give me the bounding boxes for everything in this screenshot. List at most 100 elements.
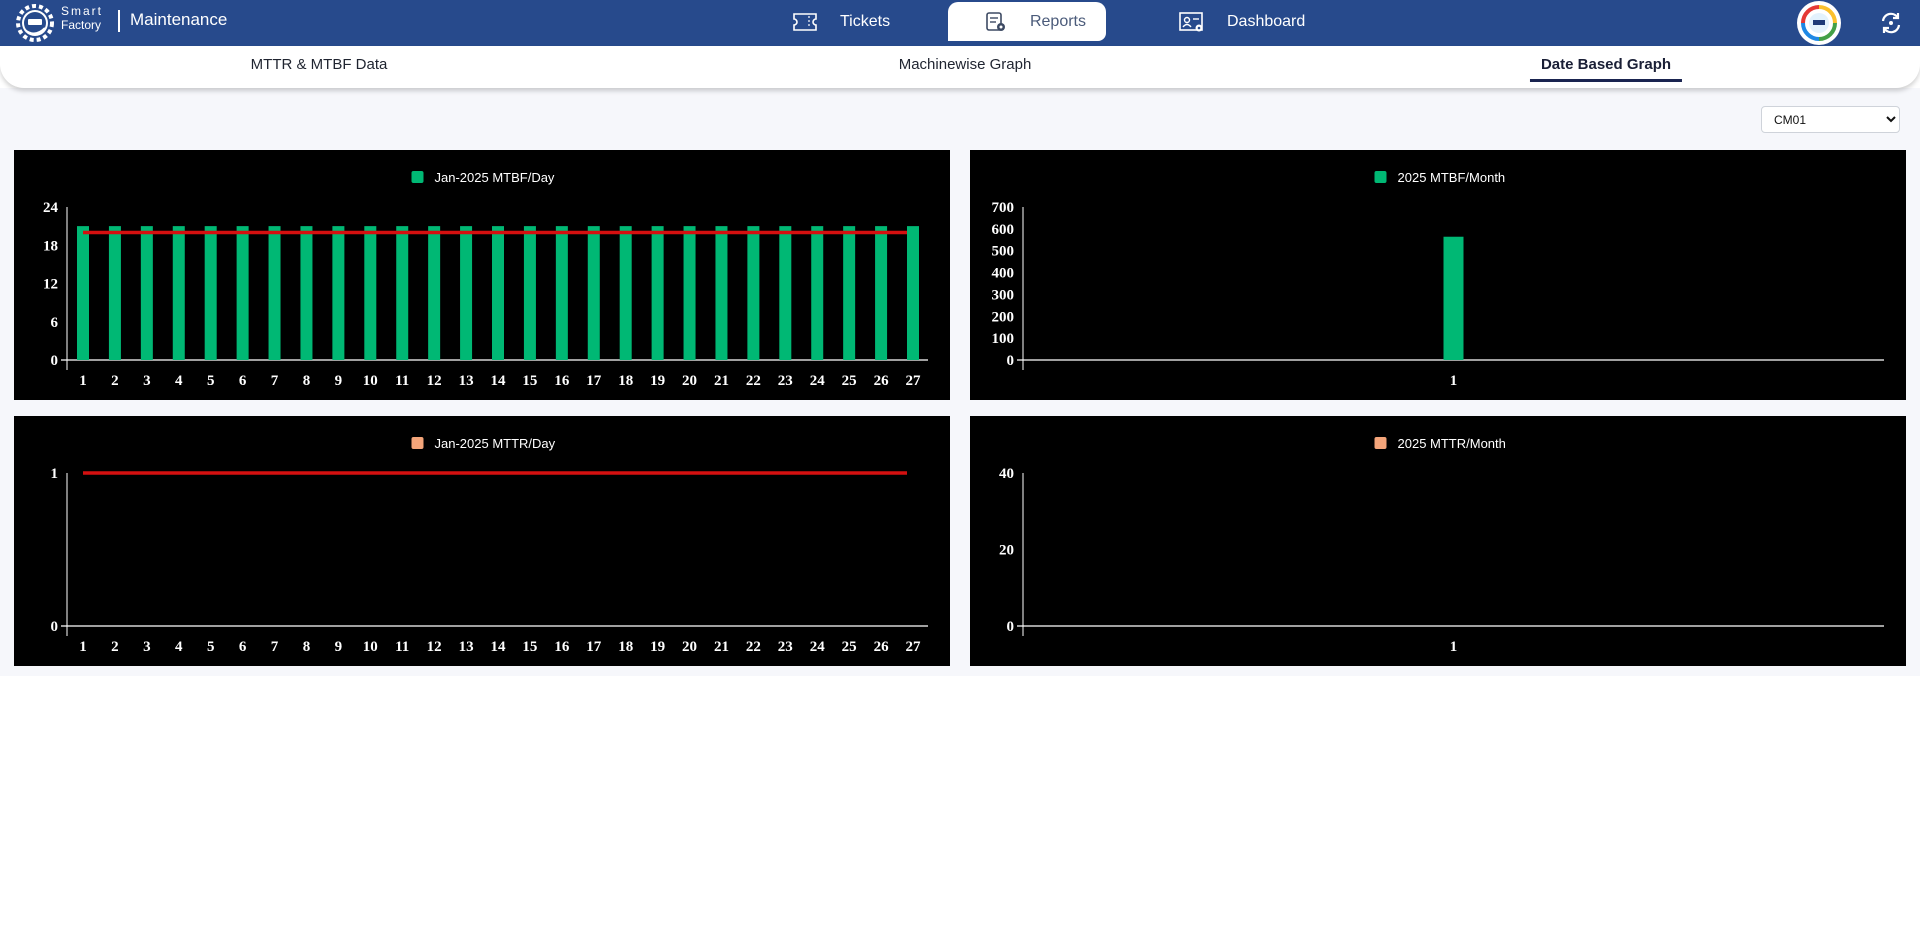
bar[interactable]: [907, 226, 919, 360]
bar[interactable]: [555, 226, 568, 360]
chart-mtbf-day: Jan-2025 MTBF/Day061218241 2 3 4 5 6 7 8 9 10 11 12…: [43, 170, 928, 389]
avatar[interactable]: [1797, 1, 1841, 45]
bar[interactable]: [715, 226, 728, 360]
x-tick-label: 11: [395, 373, 409, 389]
bar[interactable]: [268, 226, 281, 360]
x-tick-label: 1: [1450, 639, 1458, 655]
chart-panel-mttr-month: 2025 MTTR/Month 0 20 40 1: [970, 416, 1906, 666]
report-subtabs: MTTR & MTBF Data Machinewise Graph Date …: [0, 46, 1920, 88]
bar[interactable]: [236, 226, 249, 360]
x-tick-label: 14: [491, 373, 507, 389]
x-tick-label: 3: [143, 639, 151, 655]
bar[interactable]: [651, 226, 664, 360]
bar[interactable]: [523, 226, 536, 360]
x-tick-label: 20: [682, 373, 697, 389]
bar[interactable]: [779, 226, 792, 360]
bar[interactable]: [747, 226, 760, 360]
x-tick-label: 27: [906, 639, 922, 655]
brand-line-1: Smart: [61, 4, 104, 18]
x-tick-label: 1: [79, 373, 87, 389]
bar[interactable]: [108, 226, 121, 360]
x-tick-label: 5: [207, 373, 215, 389]
legend-swatch: [1374, 437, 1387, 449]
x-tick-label: 26: [874, 639, 890, 655]
bar[interactable]: [172, 226, 185, 360]
bar[interactable]: [77, 226, 89, 360]
y-tick-label: 6: [51, 315, 59, 331]
nav-tickets[interactable]: Tickets: [792, 2, 890, 41]
x-tick-label: 22: [746, 373, 761, 389]
bar[interactable]: [204, 226, 217, 360]
bar[interactable]: [332, 226, 345, 360]
x-tick-label: 19: [650, 373, 665, 389]
x-tick-label: 16: [554, 639, 570, 655]
legend[interactable]: 2025 MTBF/Month: [1374, 170, 1506, 185]
bar[interactable]: [811, 226, 824, 360]
y-tick-label: 600: [992, 222, 1015, 238]
x-tick-label: 24: [810, 373, 826, 389]
legend-swatch: [411, 437, 424, 449]
x-tick-label: 21: [714, 373, 729, 389]
y-tick-label: 400: [992, 266, 1015, 282]
bar[interactable]: [364, 226, 377, 360]
bar[interactable]: [587, 226, 600, 360]
app-title: Maintenance: [130, 10, 228, 29]
y-tick-label: 100: [992, 331, 1015, 347]
x-tick-label: 8: [303, 639, 311, 655]
nav-reports-label: Reports: [1029, 12, 1086, 30]
bar[interactable]: [396, 226, 409, 360]
nav-dashboard[interactable]: Dashboard: [1179, 2, 1305, 41]
x-tick-label: 6: [239, 639, 247, 655]
bar[interactable]: [843, 226, 856, 360]
bar[interactable]: [140, 226, 153, 360]
bar[interactable]: [875, 226, 888, 360]
chart-panel-mttr-day: Jan-2025 MTTR/Day 0 1 1 2 3 4 5 6 7 8 9 10 11 12 13 14 15…: [14, 416, 950, 666]
x-tick-label: 13: [459, 639, 474, 655]
legend[interactable]: Jan-2025 MTTR/Day: [411, 436, 556, 451]
x-tick-label: 12: [427, 639, 442, 655]
brand-divider: [118, 10, 120, 32]
y-tick-label: 200: [992, 309, 1015, 325]
x-tick-label: 20: [682, 639, 697, 655]
legend-label: 2025 MTBF/Month: [1398, 170, 1506, 185]
nav-dashboard-label: Dashboard: [1227, 12, 1306, 30]
legend[interactable]: 2025 MTTR/Month: [1374, 436, 1506, 451]
x-tick-label: 23: [778, 373, 793, 389]
y-tick-label: 300: [992, 287, 1015, 303]
refresh-button[interactable]: [1877, 9, 1905, 37]
x-tick-label: 15: [522, 373, 537, 389]
machine-select[interactable]: CM01: [1761, 106, 1900, 133]
dashboard-user-settings-icon: [1179, 11, 1205, 33]
x-tick-label: 12: [427, 373, 442, 389]
y-tick-label: 12: [43, 277, 58, 293]
x-tick-label: 19: [650, 639, 665, 655]
x-tick-label: 27: [906, 373, 922, 389]
x-tick-label: 24: [810, 639, 826, 655]
bar[interactable]: [1443, 236, 1464, 360]
bar[interactable]: [492, 226, 504, 360]
ticket-icon: [792, 11, 818, 33]
x-tick-label: 16: [554, 373, 570, 389]
legend[interactable]: Jan-2025 MTBF/Day: [411, 170, 555, 185]
bar[interactable]: [460, 226, 473, 360]
tab-date-based-graph[interactable]: Date Based Graph: [1529, 56, 1683, 82]
brand-line-2: Factory: [61, 18, 102, 32]
y-tick-label: 40: [999, 466, 1014, 482]
refresh-icon: [1881, 12, 1901, 34]
bar[interactable]: [428, 226, 441, 360]
chart-mttr-day: Jan-2025 MTTR/Day011 2 3 4 5 6 7 8 9 10 11 12 13 14 15…: [51, 436, 928, 655]
y-tick-label: 18: [43, 238, 58, 254]
x-tick-label: 26: [874, 373, 890, 389]
bar[interactable]: [683, 226, 696, 360]
tab-machinewise-graph[interactable]: Machinewise Graph: [899, 56, 1032, 77]
app-header: Smart Factory Maintenance Tickets Report…: [0, 0, 1920, 46]
x-tick-label: 9: [335, 639, 343, 655]
bar[interactable]: [300, 226, 313, 360]
nav-reports[interactable]: Reports: [948, 2, 1106, 41]
y-tick-label: 0: [1007, 619, 1015, 635]
x-tick-label: 7: [271, 373, 279, 389]
bar[interactable]: [619, 226, 632, 360]
y-tick-label: 1: [51, 466, 59, 482]
tab-mttr-mtbf-data[interactable]: MTTR & MTBF Data: [251, 56, 388, 77]
x-tick-label: 14: [491, 639, 507, 655]
